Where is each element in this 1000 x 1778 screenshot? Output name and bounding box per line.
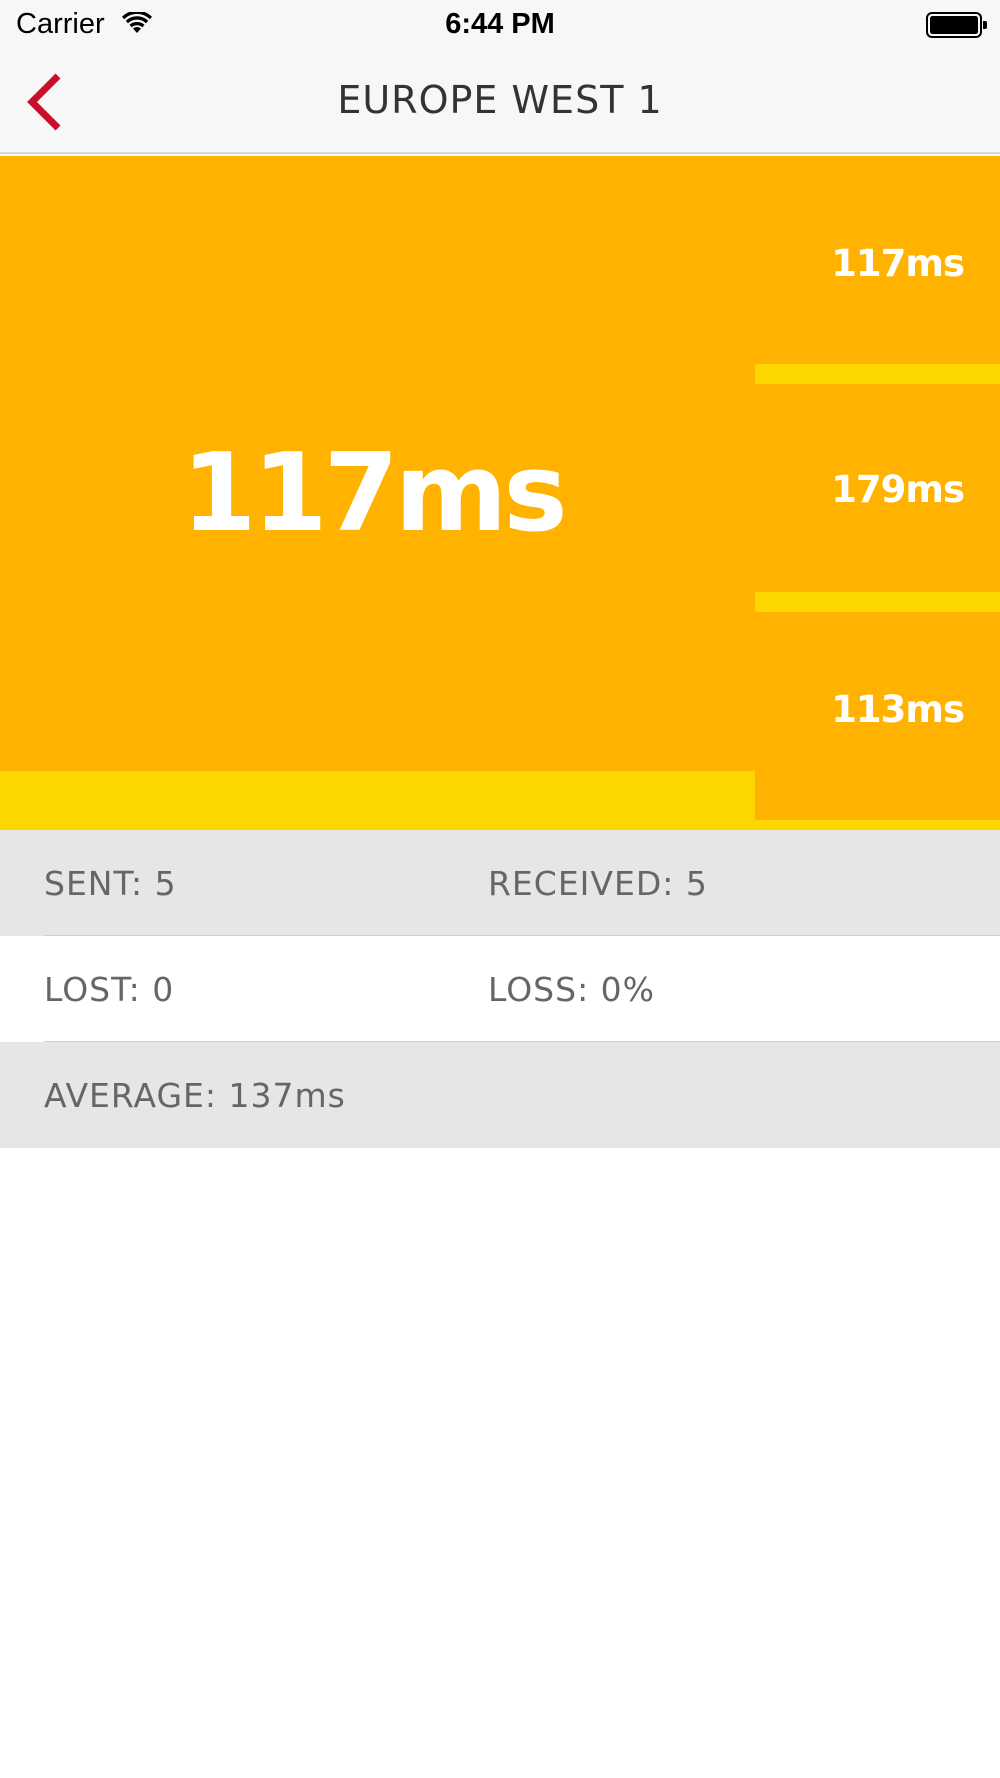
ping-history-level-bar: [755, 592, 1000, 612]
ping-history: 117ms 179ms 113ms: [755, 156, 1000, 840]
clock: 6:44 PM: [445, 8, 555, 40]
ping-history-value: 179ms: [831, 468, 965, 511]
page-title: EUROPE WEST 1: [337, 78, 663, 122]
lost-count: LOST: 0: [44, 970, 175, 1009]
status-bar: Carrier 6:44 PM: [0, 0, 1000, 50]
battery-full-icon: [926, 12, 988, 38]
navigation-bar: EUROPE WEST 1: [0, 50, 1000, 154]
stats-row: LOST: 0 LOSS: 0%: [0, 936, 1000, 1042]
ping-history-value: 113ms: [831, 688, 965, 731]
ping-history-value: 117ms: [831, 242, 965, 285]
current-ping-value: 117ms: [181, 430, 567, 556]
ping-history-item: 113ms: [755, 612, 1000, 840]
sent-count: SENT: 5: [44, 864, 177, 903]
stats-row: AVERAGE: 137ms: [0, 1042, 1000, 1148]
ping-panel: 117ms 117ms 179ms 113ms: [0, 156, 1000, 840]
loss-percentage: LOSS: 0%: [488, 970, 656, 1009]
ping-history-item: 117ms: [755, 156, 1000, 384]
received-count: RECEIVED: 5: [488, 864, 708, 903]
ping-history-level-bar: [755, 364, 1000, 384]
ping-stats: SENT: 5 RECEIVED: 5 LOST: 0 LOSS: 0% AVE…: [0, 830, 1000, 1148]
stats-row: SENT: 5 RECEIVED: 5: [0, 830, 1000, 936]
ping-detail-screen: Carrier 6:44 PM EUROPE WEST 1 117ms 117m…: [0, 0, 1000, 1778]
ping-history-item: 179ms: [755, 384, 1000, 612]
average-ping: AVERAGE: 137ms: [44, 1076, 346, 1115]
